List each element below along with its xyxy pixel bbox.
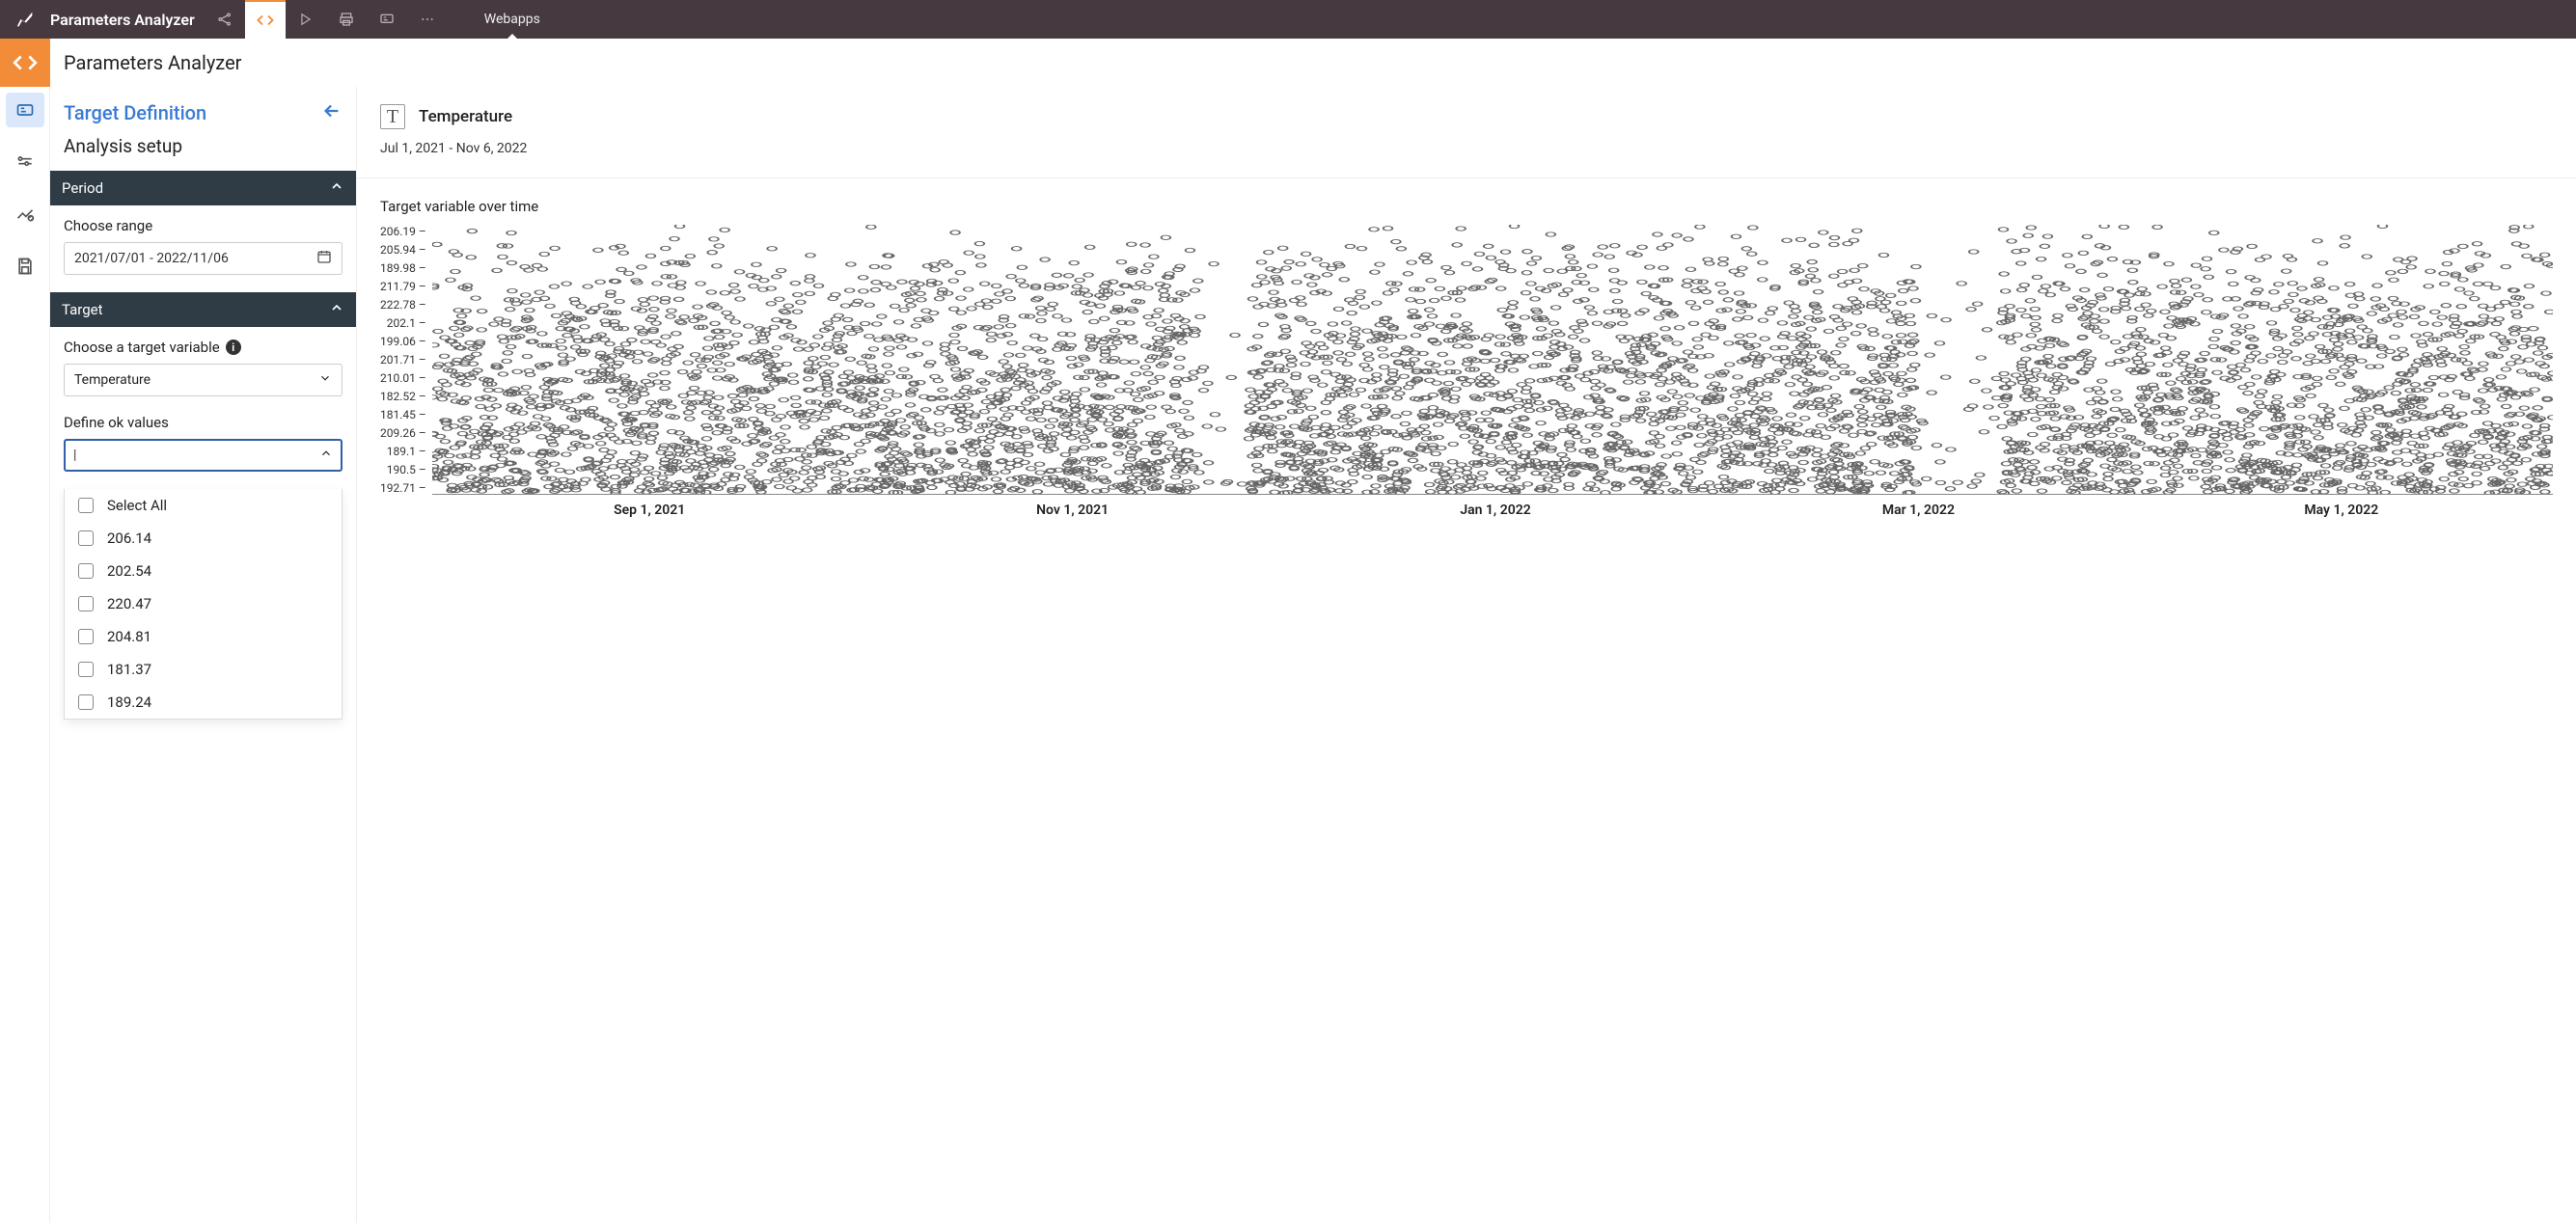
dropdown-option[interactable]: 204.81 [65,620,342,653]
dropdown-option-label: 204.81 [107,628,151,645]
sidebar-subheader: Analysis setup [50,135,356,171]
app-title-row: Parameters Analyzer [0,39,2576,87]
chevron-up-icon [329,300,344,319]
checkbox[interactable] [78,498,94,513]
chart-y-axis: 206.19 –205.94 –189.98 –211.79 –222.78 –… [380,225,432,495]
dropdown-option[interactable]: 220.47 [65,587,342,620]
dropdown-option[interactable]: 181.37 [65,653,342,686]
dropdown-option[interactable]: Select All [65,489,342,522]
checkbox[interactable] [78,530,94,546]
dropdown-option-label: 189.24 [107,693,151,711]
sidebar-header: Target Definition [64,101,206,124]
play-icon[interactable] [286,0,326,39]
dropdown-option[interactable]: 206.14 [65,522,342,555]
checkbox[interactable] [78,563,94,579]
sidebar: Target Definition Analysis setup Period … [50,87,357,1223]
checkbox[interactable] [78,662,94,677]
content-title: Temperature [419,107,512,126]
print-icon[interactable] [326,0,367,39]
choose-range-label: Choose range [64,217,343,234]
screen-icon[interactable] [367,0,407,39]
dropdown-option-label: 202.54 [107,562,151,580]
section-target-header[interactable]: Target [50,292,356,327]
section-target-title: Target [62,301,103,318]
back-arrow-icon[interactable] [321,100,343,125]
checkbox[interactable] [78,629,94,644]
calendar-icon [316,249,332,268]
ok-values-combo[interactable]: | [64,439,343,472]
ok-values-dropdown: Select All 206.14 202.54 220.47 204.81 181.37… [64,489,343,720]
date-range-value: 2021/07/01 - 2022/11/06 [74,251,229,266]
rail-target-icon[interactable] [6,93,44,127]
dropdown-option[interactable]: 189.24 [65,686,342,719]
define-ok-label: Define ok values [64,414,343,431]
chevron-up-icon [329,178,344,198]
dropdown-option-label: 181.37 [107,661,151,678]
content: T Temperature Jul 1, 2021 - Nov 6, 2022 … [357,87,2576,1223]
checkbox[interactable] [78,694,94,710]
target-variable-value: Temperature [74,372,151,388]
share-icon[interactable] [205,0,245,39]
dropdown-option-label: 206.14 [107,530,151,547]
section-period-title: Period [62,179,103,197]
target-variable-select[interactable]: Temperature [64,364,343,396]
info-icon[interactable]: i [226,340,241,355]
rail-save-icon[interactable] [6,249,44,284]
date-range-input[interactable]: 2021/07/01 - 2022/11/06 [64,242,343,275]
checkbox[interactable] [78,596,94,612]
ok-values-input[interactable] [78,448,319,463]
rail-chart-icon[interactable] [6,197,44,231]
chevron-up-icon [319,447,333,464]
content-date-range: Jul 1, 2021 - Nov 6, 2022 [380,141,2553,156]
dropdown-option[interactable]: 202.54 [65,555,342,587]
dropdown-option-label: Select All [107,497,167,514]
chart-x-axis: Sep 1, 2021Nov 1, 2021Jan 1, 2022Mar 1, … [380,503,2553,518]
app-logo-icon[interactable] [0,9,50,30]
dropdown-option-label: 220.47 [107,595,151,612]
topbar: Parameters Analyzer Webapps [0,0,2576,39]
rail-params-icon[interactable] [6,145,44,179]
chart-title: Target variable over time [380,198,2553,215]
icon-rail [0,87,50,1223]
webapps-tab[interactable]: Webapps [467,0,558,39]
text-type-icon: T [380,104,405,129]
section-period-header[interactable]: Period [50,171,356,205]
app-title: Parameters Analyzer [50,11,205,29]
code-icon [0,39,50,87]
more-icon[interactable] [407,0,448,39]
chevron-down-icon [318,371,332,389]
chart-plot[interactable] [432,225,2553,495]
code-tab-icon[interactable] [245,0,286,39]
page-title: Parameters Analyzer [50,51,241,74]
choose-target-label: Choose a target variable [64,339,220,356]
